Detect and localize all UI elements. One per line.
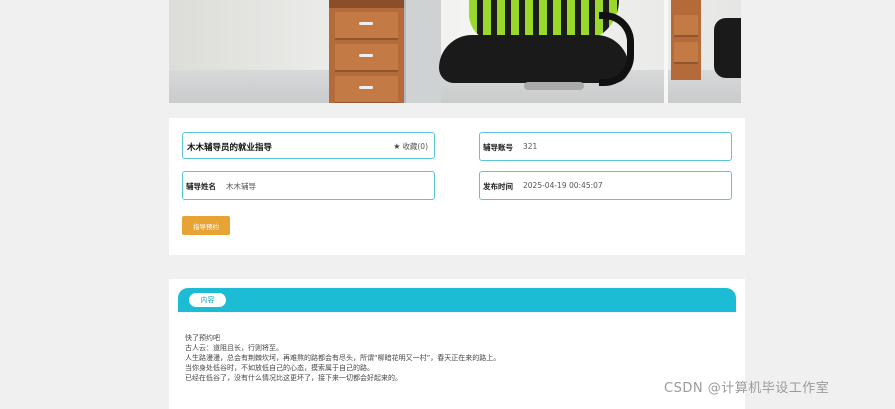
- time-field: 发布时间 2025-04-19 00:45:07: [479, 171, 732, 200]
- time-label: 发布时间: [483, 182, 513, 191]
- favorite-button[interactable]: ★ 收藏(0): [393, 141, 428, 152]
- name-field: 辅导姓名 木木辅导: [182, 171, 435, 200]
- time-value: 2025-04-19 00:45:07: [523, 181, 603, 190]
- content-header: 内容: [178, 288, 736, 312]
- name-value: 木木辅导: [226, 182, 256, 191]
- hero-office-image: [169, 0, 741, 103]
- desk-image-part: [329, 0, 404, 103]
- content-body: 快了预约吧 古人云：道阻且长，行则将至。 人生路漫漫，总会有荆棘坎坷，再难熬的路…: [185, 333, 735, 383]
- content-line: 人生路漫漫，总会有荆棘坎坷，再难熬的路都会有尽头，所谓“柳暗花明又一村”，春天正…: [185, 354, 501, 362]
- content-card: 内容 快了预约吧 古人云：道阻且长，行则将至。 人生路漫漫，总会有荆棘坎坷，再难…: [169, 279, 745, 409]
- account-value: 321: [523, 142, 538, 151]
- star-icon: ★: [393, 142, 401, 151]
- content-line: 古人云：道阻且长，行则将至。: [185, 344, 283, 352]
- detail-card: 木木辅导员的就业指导 ★ 收藏(0) 辅导账号 321 辅导姓名 木木辅导 发布…: [169, 118, 745, 255]
- favorite-label: 收藏(0): [402, 142, 428, 151]
- watermark: CSDN @计算机毕设工作室: [664, 381, 830, 396]
- reserve-button[interactable]: 指导预约: [182, 216, 230, 235]
- name-label: 辅导姓名: [186, 182, 216, 191]
- title-field: 木木辅导员的就业指导 ★ 收藏(0): [182, 132, 435, 159]
- detail-title: 木木辅导员的就业指导: [187, 143, 273, 153]
- account-label: 辅导账号: [483, 143, 513, 152]
- tab-content[interactable]: 内容: [189, 293, 226, 307]
- content-line: 快了预约吧: [185, 334, 220, 342]
- content-line: 已经在低谷了，没有什么情况比这更坏了，接下来一切都会好起来的。: [185, 374, 402, 382]
- content-line: 当你身处低谷时，不如放低自己的心态，摸索属于自己的路。: [185, 364, 374, 372]
- account-field: 辅导账号 321: [479, 132, 732, 161]
